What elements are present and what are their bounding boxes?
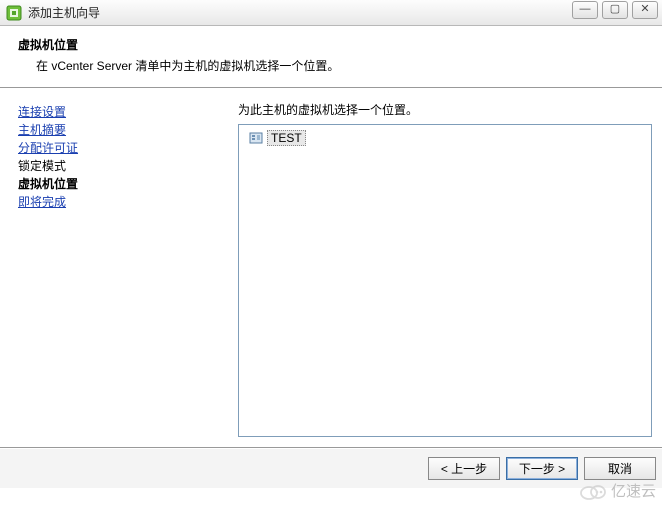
main-pane: 为此主机的虚拟机选择一个位置。 TEST: [232, 89, 662, 447]
minimize-button[interactable]: —: [572, 1, 598, 19]
step-ready-complete[interactable]: 即将完成: [18, 193, 222, 211]
datacenter-icon: [249, 131, 263, 145]
wizard-header: 虚拟机位置 在 vCenter Server 清单中为主机的虚拟机选择一个位置。: [0, 26, 662, 88]
titlebar: 添加主机向导 — ▢ ✕: [0, 0, 662, 26]
wizard-footer: < 上一步 下一步 > 取消: [0, 448, 662, 488]
step-assign-license[interactable]: 分配许可证: [18, 139, 222, 157]
cancel-button[interactable]: 取消: [584, 457, 656, 480]
wizard-body: 连接设置 主机摘要 分配许可证 锁定模式 虚拟机位置 即将完成 为此主机的虚拟机…: [0, 88, 662, 448]
tree-item-label: TEST: [267, 130, 306, 146]
steps-sidebar: 连接设置 主机摘要 分配许可证 锁定模式 虚拟机位置 即将完成: [0, 89, 232, 447]
window-controls: — ▢ ✕: [572, 1, 658, 19]
window-title: 添加主机向导: [28, 4, 100, 21]
maximize-button[interactable]: ▢: [602, 1, 628, 19]
tree-item-datacenter[interactable]: TEST: [247, 129, 310, 147]
location-tree[interactable]: TEST: [238, 124, 652, 437]
step-connection-settings[interactable]: 连接设置: [18, 103, 222, 121]
step-lockdown-mode: 锁定模式: [18, 157, 222, 175]
location-prompt: 为此主机的虚拟机选择一个位置。: [238, 101, 652, 118]
back-button[interactable]: < 上一步: [428, 457, 500, 480]
page-title: 虚拟机位置: [18, 36, 644, 53]
close-button[interactable]: ✕: [632, 1, 658, 19]
app-icon: [6, 5, 22, 21]
step-vm-location: 虚拟机位置: [18, 175, 222, 193]
step-host-summary[interactable]: 主机摘要: [18, 121, 222, 139]
page-description: 在 vCenter Server 清单中为主机的虚拟机选择一个位置。: [18, 57, 644, 74]
next-button[interactable]: 下一步 >: [506, 457, 578, 480]
